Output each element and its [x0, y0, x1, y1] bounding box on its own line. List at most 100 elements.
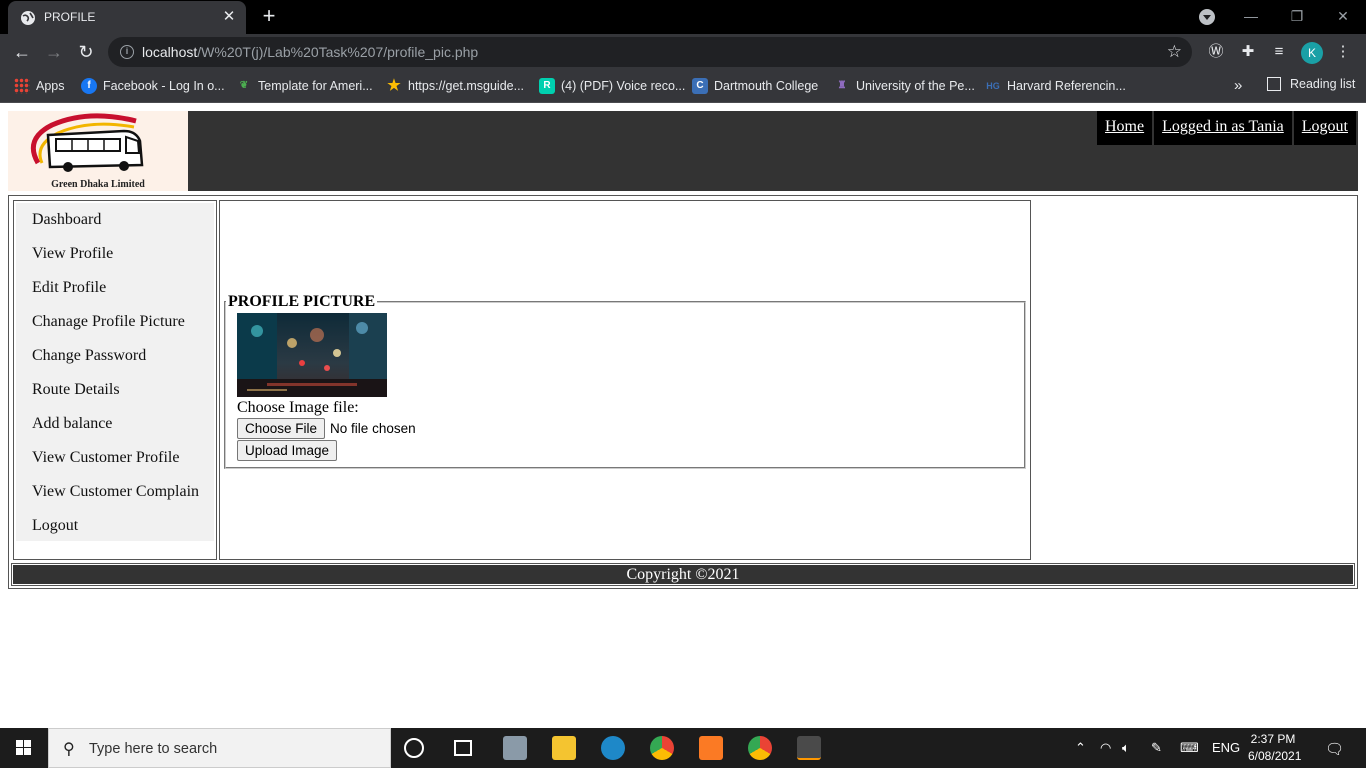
nav-home-link[interactable]: Home: [1097, 111, 1153, 145]
window-close-icon[interactable]: ✕: [1328, 4, 1358, 28]
browser-tab[interactable]: PROFILE ✕: [8, 1, 246, 34]
logo-caption: Green Dhaka Limited: [51, 179, 145, 190]
sidebar-menu: Dashboard View Profile Edit Profile Chan…: [16, 203, 214, 541]
notifications-icon[interactable]: 🗨︎: [1325, 740, 1344, 758]
bookmark-star-icon[interactable]: ☆: [1167, 42, 1182, 62]
sidebar-item-change-password[interactable]: Change Password: [16, 339, 214, 373]
sublime-text-icon[interactable]: [797, 736, 821, 760]
content-table: Dashboard View Profile Edit Profile Chan…: [8, 195, 1358, 589]
windows-taskbar: ⚲ Type here to search ⌃ ◠ 🔈︎ ✎ ⌨ ENG 2:3…: [0, 728, 1366, 768]
search-placeholder: Type here to search: [89, 741, 218, 757]
researchgate-icon: R: [539, 78, 555, 94]
bookmark-harvard[interactable]: HG Harvard Referencin...: [985, 77, 1126, 95]
forward-icon[interactable]: →: [43, 41, 65, 63]
clock-date: 6/08/2021: [1248, 749, 1302, 763]
sidebar-item-dashboard[interactable]: Dashboard: [16, 203, 214, 237]
site-header: Green Dhaka Limited Home Logged in as Ta…: [8, 111, 1358, 191]
upload-row: Upload Image: [237, 440, 1012, 461]
windows-logo-icon: [16, 740, 31, 755]
sidebar-item-route-details[interactable]: Route Details: [16, 373, 214, 407]
back-icon[interactable]: ←: [11, 41, 33, 63]
cortana-icon[interactable]: [404, 738, 424, 758]
bookmark-template[interactable]: ❦ Template for Ameri...: [236, 77, 373, 95]
bookmarks-more-icon[interactable]: »: [1234, 77, 1242, 94]
chrome-active-icon[interactable]: [748, 736, 772, 760]
bookmark-facebook[interactable]: f Facebook - Log In o...: [81, 77, 225, 95]
minimize-icon[interactable]: —: [1236, 4, 1266, 28]
site-logo[interactable]: Green Dhaka Limited: [8, 111, 188, 191]
wifi-icon[interactable]: ◠: [1100, 740, 1111, 756]
search-icon: ⚲: [63, 741, 75, 758]
start-button[interactable]: [0, 728, 48, 768]
reload-icon[interactable]: ↻: [75, 41, 97, 63]
harvard-icon: HG: [986, 81, 1000, 91]
network-app-icon[interactable]: [503, 736, 527, 760]
bookmark-msguide[interactable]: ★ https://get.msguide...: [386, 77, 524, 95]
main-content-cell: PROFILE PICTURE Choose Image file: Choos…: [219, 200, 1031, 560]
task-view-icon[interactable]: [454, 740, 472, 756]
media-queue-icon[interactable]: ≡: [1269, 42, 1289, 62]
new-tab-button[interactable]: +: [258, 5, 280, 28]
volume-icon[interactable]: 🔈︎: [1122, 740, 1130, 756]
file-explorer-icon[interactable]: [552, 736, 576, 760]
profile-picture-form: PROFILE PICTURE Choose Image file: Choos…: [224, 293, 1026, 469]
file-status-text: No file chosen: [330, 421, 416, 436]
bookmark-dartmouth[interactable]: C Dartmouth College: [692, 77, 818, 95]
tab-close-icon[interactable]: ✕: [220, 8, 238, 26]
sidebar-item-edit-profile[interactable]: Edit Profile: [16, 271, 214, 305]
site-footer: Copyright ©2021: [13, 565, 1353, 584]
globe-icon: [21, 11, 35, 25]
leaf-icon: ❦: [239, 80, 249, 91]
bookmark-apps[interactable]: Apps: [14, 77, 65, 95]
profile-picture: [237, 313, 387, 397]
apps-grid-icon: [14, 78, 30, 94]
bookmark-researchgate[interactable]: R (4) (PDF) Voice reco...: [539, 77, 685, 95]
city-night-image: [237, 313, 387, 397]
sidebar-item-view-profile[interactable]: View Profile: [16, 237, 214, 271]
xampp-icon[interactable]: [699, 736, 723, 760]
sidebar-item-customer-profile[interactable]: View Customer Profile: [16, 441, 214, 475]
file-label: Choose Image file:: [237, 399, 359, 416]
clock-time: 2:37 PM: [1250, 732, 1296, 746]
nav-logout-link[interactable]: Logout: [1293, 111, 1356, 145]
browser-toolbar: ← → ↻ i localhost/W%20T(j)/Lab%20Task%20…: [0, 34, 1366, 70]
footer-cell: Copyright ©2021: [11, 563, 1355, 586]
top-navigation: Home Logged in as Tania Logout: [1097, 111, 1356, 145]
language-indicator[interactable]: ENG: [1212, 740, 1240, 755]
tray-expand-icon[interactable]: ⌃: [1075, 740, 1086, 756]
more-menu-icon[interactable]: ⋮: [1333, 42, 1353, 62]
site-info-icon[interactable]: i: [120, 45, 134, 59]
form-legend: PROFILE PICTURE: [228, 293, 376, 310]
sidebar-item-logout[interactable]: Logout: [16, 509, 214, 543]
restore-icon[interactable]: ❐: [1282, 4, 1312, 28]
sidebar-cell: Dashboard View Profile Edit Profile Chan…: [13, 200, 217, 560]
file-input: Choose File No file chosen: [237, 418, 1012, 439]
web-page: Green Dhaka Limited Home Logged in as Ta…: [0, 103, 1366, 728]
url-text[interactable]: localhost/W%20T(j)/Lab%20Task%207/profil…: [142, 44, 478, 60]
edge-icon[interactable]: [601, 736, 625, 760]
dartmouth-icon: C: [692, 78, 708, 94]
bookmark-university[interactable]: ♜ University of the Pe...: [834, 77, 975, 95]
profile-avatar[interactable]: K: [1301, 42, 1323, 64]
university-icon: ♜: [837, 80, 847, 91]
extensions-puzzle-icon[interactable]: ✚: [1238, 42, 1258, 62]
sidebar-item-customer-complain[interactable]: View Customer Complain: [16, 475, 214, 509]
address-bar[interactable]: i localhost/W%20T(j)/Lab%20Task%207/prof…: [108, 37, 1192, 67]
chrome-icon[interactable]: [650, 736, 674, 760]
taskbar-search[interactable]: ⚲ Type here to search: [48, 728, 391, 768]
bookmarks-bar: Apps f Facebook - Log In o... ❦ Template…: [0, 70, 1366, 103]
keyboard-icon[interactable]: ⌨: [1180, 740, 1199, 756]
tab-search-icon[interactable]: [1199, 9, 1215, 25]
reading-list-button[interactable]: Reading list: [1267, 77, 1355, 91]
taskbar-clock[interactable]: 2:37 PM 6/08/2021: [1248, 731, 1302, 765]
extension-w-icon[interactable]: Ⓦ: [1206, 42, 1226, 62]
facebook-icon: f: [81, 78, 97, 94]
sidebar-item-add-balance[interactable]: Add balance: [16, 407, 214, 441]
tab-title: PROFILE: [44, 10, 96, 24]
pen-icon[interactable]: ✎: [1151, 740, 1162, 756]
nav-user-link[interactable]: Logged in as Tania: [1154, 111, 1292, 145]
bus-logo-icon: [30, 113, 144, 172]
choose-file-button[interactable]: Choose File: [237, 418, 326, 439]
sidebar-item-change-picture[interactable]: Chanage Profile Picture: [16, 305, 214, 339]
upload-image-button[interactable]: Upload Image: [237, 440, 338, 461]
